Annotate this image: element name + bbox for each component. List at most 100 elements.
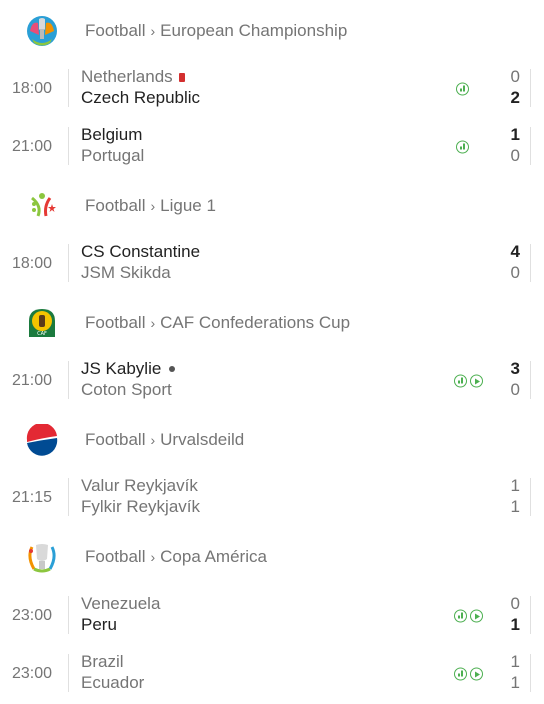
- away-score: 1: [510, 615, 520, 634]
- home-team-name: Belgium: [81, 125, 143, 144]
- algeria-ligue1-logo-icon: [31, 193, 56, 217]
- match-row[interactable]: 18:00 Netherlands Czech Republic 0 2: [0, 67, 544, 111]
- league-header-ligue-1[interactable]: Football › Ligue 1: [0, 186, 544, 226]
- match-row[interactable]: 21:00 Belgium Portugal 1 0: [0, 125, 544, 169]
- stats-icon[interactable]: [456, 82, 469, 96]
- svg-text:CAF: CAF: [37, 331, 47, 337]
- play-icon[interactable]: [470, 609, 483, 623]
- divider: [68, 478, 69, 516]
- away-team-name: Ecuador: [81, 673, 145, 692]
- divider: [530, 361, 531, 399]
- breadcrumb-separator: ›: [150, 198, 156, 214]
- league-name: Copa América: [160, 547, 267, 566]
- stats-icon[interactable]: [454, 609, 467, 623]
- home-team-name: Venezuela: [81, 594, 161, 613]
- home-team-name: Brazil: [81, 652, 124, 671]
- league-name: Urvalsdeild: [160, 430, 245, 449]
- sport-label: Football: [85, 196, 146, 215]
- home-score: 1: [510, 652, 520, 671]
- divider: [530, 596, 531, 634]
- divider: [530, 478, 531, 516]
- away-team-name: Coton Sport: [81, 380, 172, 399]
- match-icons: [456, 140, 469, 154]
- play-icon[interactable]: [470, 667, 483, 681]
- match-time: 18:00: [12, 255, 53, 272]
- league-header-european-championship[interactable]: Football › European Championship: [0, 11, 544, 51]
- divider: [530, 127, 531, 165]
- divider: [68, 596, 69, 634]
- away-team-name: Portugal: [81, 146, 145, 165]
- divider: [68, 69, 69, 107]
- breadcrumb-separator: ›: [150, 549, 156, 565]
- home-team: JS Kabylie: [81, 359, 176, 379]
- away-score: 1: [510, 673, 520, 692]
- divider: [530, 654, 531, 692]
- stats-icon[interactable]: [456, 140, 469, 154]
- home-score: 1: [510, 125, 520, 144]
- league-title: Football › Urvalsdeild: [85, 430, 244, 450]
- league-name: European Championship: [160, 21, 348, 40]
- league-title: Football › Ligue 1: [85, 196, 216, 216]
- away-team-name: Czech Republic: [81, 88, 201, 107]
- match-row[interactable]: 23:00 Brazil Ecuador 1 1: [0, 652, 544, 696]
- match-icons: [454, 609, 483, 623]
- home-score: 3: [510, 359, 520, 378]
- away-score: 0: [510, 380, 520, 399]
- caf-logo-icon: CAF: [29, 309, 55, 337]
- divider: [68, 127, 69, 165]
- divider: [530, 69, 531, 107]
- play-icon[interactable]: [470, 374, 483, 388]
- league-title: Football › European Championship: [85, 21, 347, 41]
- away-score: 1: [510, 497, 520, 516]
- divider: [530, 244, 531, 282]
- copa-america-logo-icon: [28, 544, 56, 573]
- dot-indicator-icon: [169, 366, 176, 372]
- stats-icon[interactable]: [454, 667, 467, 681]
- match-icons: [454, 667, 483, 681]
- match-icons: [454, 374, 483, 388]
- league-name: Ligue 1: [160, 196, 216, 215]
- home-score: 4: [510, 242, 520, 261]
- divider: [68, 654, 69, 692]
- match-time: 21:15: [12, 489, 53, 506]
- league-name: CAF Confederations Cup: [160, 313, 351, 332]
- home-team-name: Netherlands: [81, 67, 173, 86]
- away-team-name: JSM Skikda: [81, 263, 171, 282]
- pepsi-logo-icon: [26, 424, 58, 456]
- breadcrumb-separator: ›: [150, 432, 156, 448]
- breadcrumb-separator: ›: [150, 315, 156, 331]
- sport-label: Football: [85, 430, 146, 449]
- sport-label: Football: [85, 21, 146, 40]
- match-time: 23:00: [12, 665, 53, 682]
- home-score: 0: [510, 594, 520, 613]
- match-time: 23:00: [12, 607, 53, 624]
- home-team: Netherlands: [81, 67, 185, 87]
- stats-icon[interactable]: [454, 374, 467, 388]
- away-score: 0: [510, 146, 520, 165]
- home-score: 0: [510, 67, 520, 86]
- euro-2020-logo-icon: [27, 16, 57, 46]
- away-team-name: Peru: [81, 615, 117, 634]
- league-title: Football › CAF Confederations Cup: [85, 313, 350, 333]
- home-team-name: CS Constantine: [81, 242, 201, 261]
- red-card-icon: [178, 72, 185, 82]
- home-team-name: Valur Reykjavík: [81, 476, 198, 495]
- home-team-name: JS Kabylie: [81, 359, 162, 378]
- match-row[interactable]: 23:00 Venezuela Peru 0 1: [0, 594, 544, 638]
- match-time: 21:00: [12, 372, 53, 389]
- match-row[interactable]: 21:15 Valur Reykjavík Fylkir Reykjavík 1…: [0, 476, 544, 520]
- league-header-caf-confederations-cup[interactable]: CAF Football › CAF Confederations Cup: [0, 303, 544, 343]
- divider: [68, 244, 69, 282]
- away-score: 2: [510, 88, 520, 107]
- sport-label: Football: [85, 547, 146, 566]
- league-header-copa-america[interactable]: Football › Copa América: [0, 537, 544, 577]
- match-row[interactable]: 21:00 JS Kabylie Coton Sport 3 0: [0, 359, 544, 403]
- away-score: 0: [510, 263, 520, 282]
- league-title: Football › Copa América: [85, 547, 267, 567]
- breadcrumb-separator: ›: [150, 23, 156, 39]
- divider: [68, 361, 69, 399]
- league-header-urvalsdeild[interactable]: Football › Urvalsdeild: [0, 420, 544, 460]
- match-icons: [456, 82, 469, 96]
- match-time: 21:00: [12, 138, 53, 155]
- match-row[interactable]: 18:00 CS Constantine JSM Skikda 4 0: [0, 242, 544, 286]
